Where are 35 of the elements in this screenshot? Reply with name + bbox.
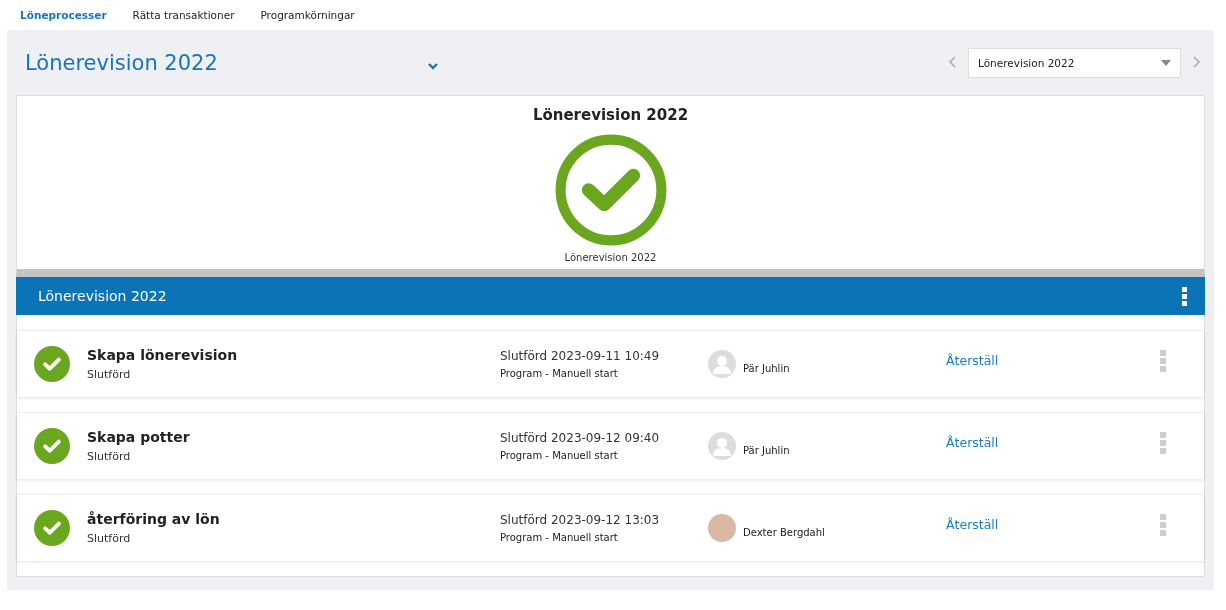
section-title: Lönerevision 2022 <box>38 288 168 304</box>
step-source: Program - Manuell start <box>500 368 619 379</box>
tab[interactable]: Löneprocesser <box>12 9 115 21</box>
photo-placeholder <box>708 514 736 542</box>
summary-title: Lönerevision 2022 <box>532 106 689 124</box>
step-title: återföring av lön <box>87 511 221 527</box>
check-icon <box>34 346 70 382</box>
user-silhouette-icon <box>708 432 736 460</box>
step-status: Slutförd <box>87 368 132 381</box>
process-dropdown[interactable]: Lönerevision 2022 <box>968 47 1181 78</box>
step-source: Program - Manuell start <box>500 450 619 461</box>
check-icon <box>34 428 70 464</box>
summary-caption: Lönerevision 2022 <box>564 252 657 263</box>
reset-link[interactable]: Återställ <box>946 352 1160 368</box>
kebab-menu-icon[interactable] <box>1182 286 1187 306</box>
step-title: Skapa lönerevision <box>87 347 239 363</box>
check-icon <box>34 510 70 546</box>
user-silhouette-icon <box>708 350 736 378</box>
completion-date: Slutförd 2023-09-11 10:49 <box>500 349 661 363</box>
caret-icon <box>1161 59 1171 66</box>
step-status: Slutförd <box>87 532 132 545</box>
user-name: Dexter Bergdahl <box>743 525 825 538</box>
tab[interactable]: Rätta transaktioner <box>124 9 243 21</box>
step-status: Slutförd <box>87 450 132 463</box>
step-title: Skapa potter <box>87 429 191 445</box>
user-name: Pär Juhlin <box>743 361 790 374</box>
reset-link[interactable]: Återställ <box>946 516 1160 532</box>
page-title: Lönerevision 2022 <box>24 50 219 75</box>
reset-link[interactable]: Återställ <box>946 434 1160 450</box>
tab[interactable]: Programkörningar <box>252 9 363 21</box>
completion-date: Slutförd 2023-09-12 09:40 <box>500 431 661 445</box>
check-circle-icon <box>554 134 667 246</box>
step-source: Program - Manuell start <box>500 532 619 543</box>
completion-date: Slutförd 2023-09-12 13:03 <box>500 513 661 527</box>
user-name: Pär Juhlin <box>743 443 790 456</box>
